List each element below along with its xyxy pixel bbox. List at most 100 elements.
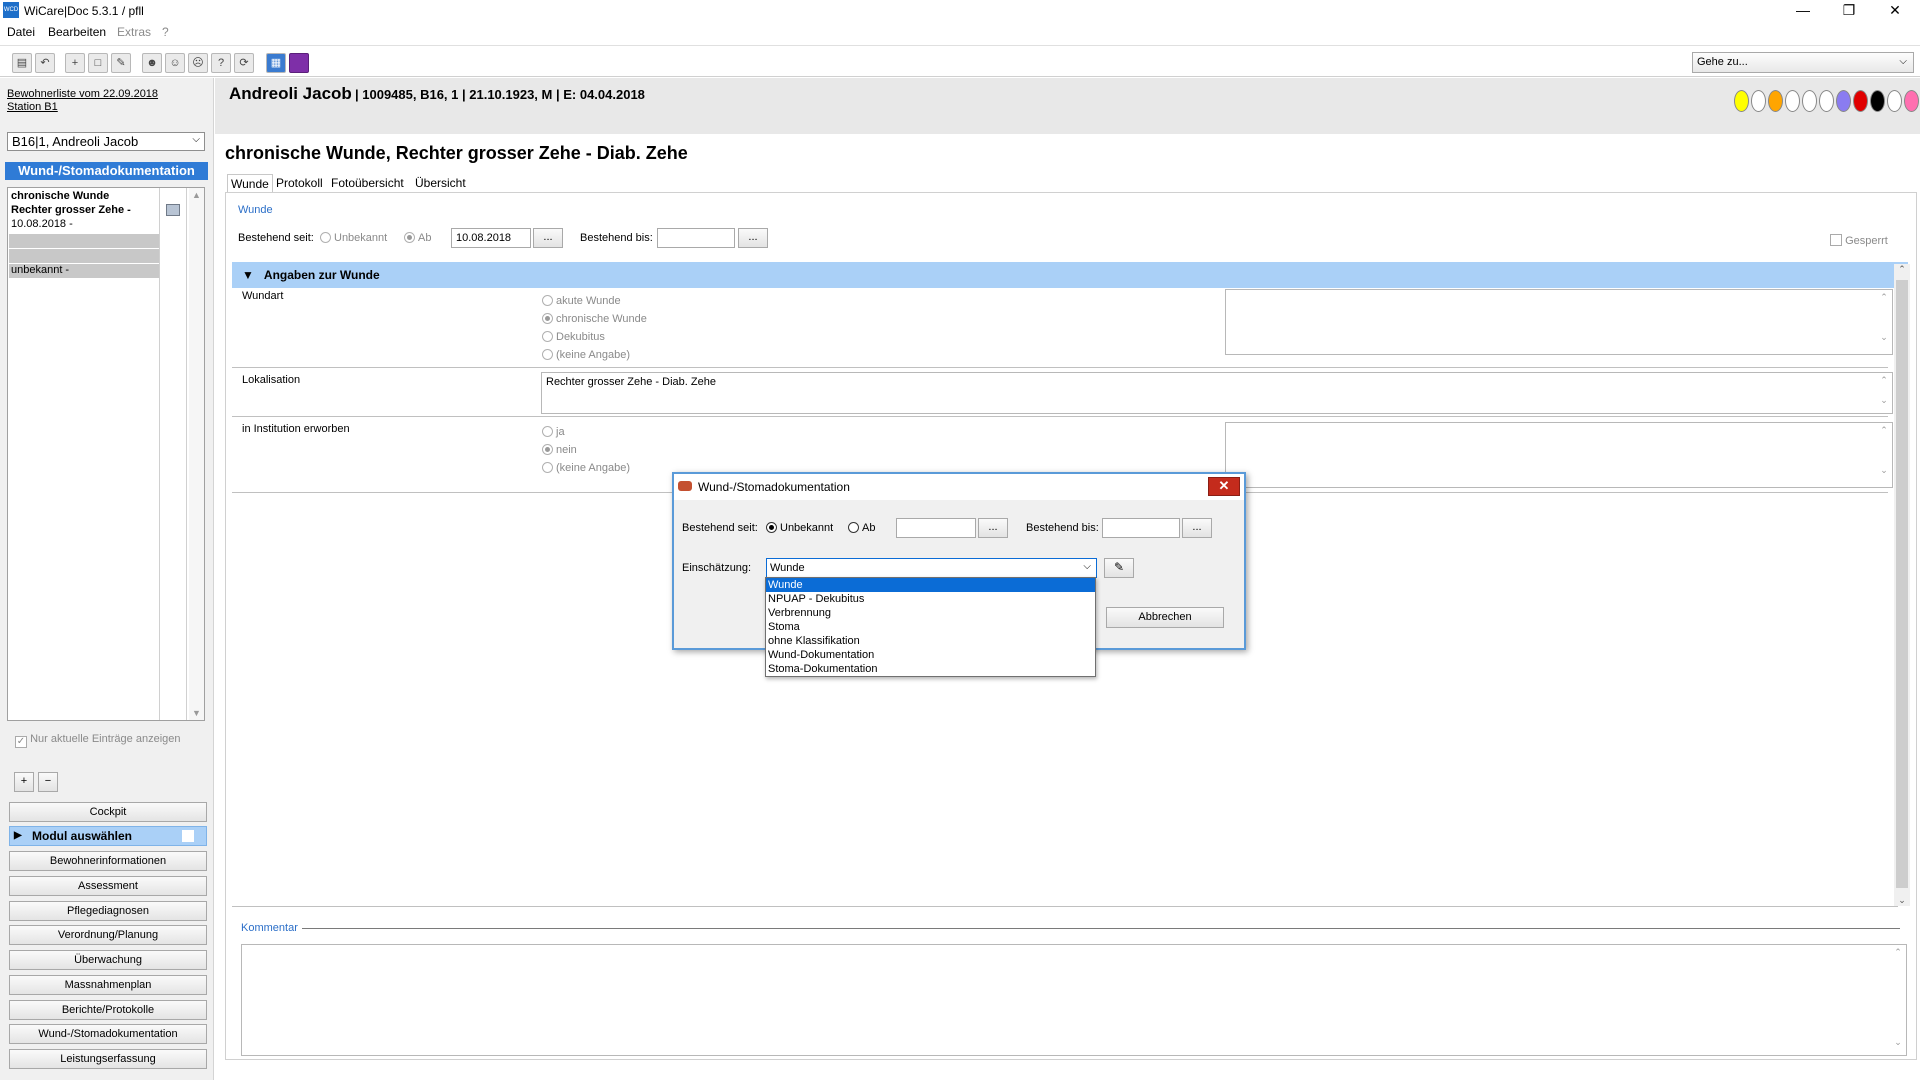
person-icon[interactable]: ☺	[165, 53, 185, 73]
person-remove-icon[interactable]: ☹	[188, 53, 208, 73]
goto-dropdown[interactable]: Gehe zu... ⌵	[1692, 52, 1914, 73]
dialog-date-to-field[interactable]	[1102, 518, 1180, 538]
einschaetzung-options-list: Wunde NPUAP - Dekubitus Verbrennung Stom…	[765, 577, 1096, 677]
option-wunde[interactable]: Wunde	[766, 578, 1095, 592]
option-verbrennung[interactable]: Verbrennung	[766, 606, 1095, 620]
angaben-section-header[interactable]: ▼ Angaben zur Wunde	[232, 262, 1908, 288]
refresh-icon[interactable]: ⟳	[234, 53, 254, 73]
camera-icon[interactable]	[166, 204, 180, 216]
date-from-field[interactable]: 10.08.2018	[451, 228, 531, 248]
tab-protokoll[interactable]: Protokoll	[273, 174, 326, 192]
menu-extras[interactable]: Extras	[117, 25, 151, 39]
new-entry-icon[interactable]: +	[65, 53, 85, 73]
people-icon[interactable]: ☻	[142, 53, 162, 73]
nav-leistungserfassung[interactable]: Leistungserfassung	[9, 1049, 207, 1069]
wundart-keine[interactable]: (keine Angabe)	[542, 346, 647, 364]
wound-entry-line1[interactable]: chronische Wunde	[11, 189, 109, 203]
form-scrollbar[interactable]: ⌃ ⌄	[1894, 264, 1910, 906]
add-button[interactable]: +	[14, 772, 34, 792]
nav-ueberwachung[interactable]: Überwachung	[9, 950, 207, 970]
goto-placeholder: Gehe zu...	[1697, 56, 1748, 68]
dialog-unbekannt-radio[interactable]: Unbekannt	[766, 522, 833, 534]
station-link[interactable]: Station B1	[7, 101, 58, 113]
section-wunde-label: Wunde	[238, 204, 273, 216]
option-ohne-klassifikation[interactable]: ohne Klassifikation	[766, 634, 1095, 648]
dialog-date-to-picker[interactable]: ...	[1182, 518, 1212, 538]
window-icon[interactable]: □	[88, 53, 108, 73]
ab-radio[interactable]: Ab	[404, 232, 431, 244]
lokalisation-field[interactable]: Rechter grosser Zehe - Diab. Zehe ⌃ ⌄	[541, 372, 1893, 414]
checkbox-icon[interactable]	[1830, 234, 1842, 246]
lokalisation-value: Rechter grosser Zehe - Diab. Zehe	[546, 376, 716, 388]
brush-icon[interactable]: ✎	[1104, 558, 1134, 578]
option-npuap[interactable]: NPUAP - Dekubitus	[766, 592, 1095, 606]
date-from-picker-button[interactable]: ...	[533, 228, 563, 248]
menu-bearbeiten[interactable]: Bearbeiten	[48, 25, 106, 39]
cancel-button[interactable]: Abbrechen	[1106, 607, 1224, 628]
nav-massnahmenplan[interactable]: Massnahmenplan	[9, 975, 207, 995]
nav-pflegediagnosen[interactable]: Pflegediagnosen	[9, 901, 207, 921]
einschaetzung-dropdown[interactable]: Wunde ⌵	[766, 558, 1097, 578]
date-to-picker-button[interactable]: ...	[738, 228, 768, 248]
minimize-button[interactable]: —	[1780, 0, 1826, 22]
unbekannt-radio[interactable]: Unbekannt	[320, 232, 387, 244]
undo-icon[interactable]: ↶	[35, 53, 55, 73]
patient-header: Andreoli Jacob | 1009485, B16, 1 | 21.10…	[215, 78, 1920, 134]
wundart-note-field[interactable]: ⌃ ⌄	[1225, 289, 1893, 355]
tab-wunde[interactable]: Wunde	[227, 174, 273, 192]
dialog-ab-label: Ab	[862, 522, 876, 534]
date-to-field[interactable]	[657, 228, 735, 248]
save-icon[interactable]: ▤	[12, 53, 32, 73]
dialog-close-button[interactable]: ✕	[1208, 477, 1240, 496]
menu-help[interactable]: ?	[162, 25, 169, 39]
institution-keine[interactable]: (keine Angabe)	[542, 459, 630, 477]
resident-dropdown[interactable]: B16|1, Andreoli Jacob ⌵	[7, 132, 205, 151]
institution-nein[interactable]: nein	[542, 441, 630, 459]
color-square-icon[interactable]	[289, 53, 309, 73]
wundart-dekubitus[interactable]: Dekubitus	[542, 328, 647, 346]
wundart-akut[interactable]: akute Wunde	[542, 292, 647, 310]
chevron-down-icon: ⌵	[1083, 561, 1091, 572]
edit-icon[interactable]: ✎	[111, 53, 131, 73]
wound-list[interactable]: chronische Wunde Rechter grosser Zehe - …	[7, 187, 205, 721]
einschaetzung-value: Wunde	[770, 562, 805, 574]
wundart-chronisch[interactable]: chronische Wunde	[542, 310, 647, 328]
menu-datei[interactable]: Datei	[7, 25, 35, 39]
option-wund-dokumentation[interactable]: Wund-Dokumentation	[766, 648, 1095, 662]
unknown-entry[interactable]: unbekannt -	[11, 263, 69, 277]
bestehend-seit-label: Bestehend seit:	[238, 232, 314, 244]
dialog-title: Wund-/Stomadokumentation	[698, 480, 850, 494]
wound-entry-line2[interactable]: Rechter grosser Zehe -	[11, 203, 131, 217]
close-window-button[interactable]: ✕	[1872, 0, 1918, 22]
wound-entry-date[interactable]: 10.08.2018 -	[11, 217, 73, 231]
nav-verordnung[interactable]: Verordnung/Planung	[9, 925, 207, 945]
resident-list-link[interactable]: Bewohnerliste vom 22.09.2018	[7, 88, 158, 100]
nav-berichte[interactable]: Berichte/Protokolle	[9, 1000, 207, 1020]
checkbox-icon[interactable]: ✓	[15, 736, 27, 748]
option-stoma-dokumentation[interactable]: Stoma-Dokumentation	[766, 662, 1095, 676]
tab-uebersicht[interactable]: Übersicht	[412, 174, 469, 192]
remove-button[interactable]: −	[38, 772, 58, 792]
dialog-date-from-field[interactable]	[896, 518, 976, 538]
nav-cockpit[interactable]: Cockpit	[9, 802, 207, 822]
list-scrollbar[interactable]: ▲ ▼	[189, 188, 204, 720]
nav-module-select[interactable]: ▶ Modul auswählen	[9, 826, 207, 846]
institution-note-field[interactable]: ⌃ ⌄	[1225, 422, 1893, 488]
nav-assessment[interactable]: Assessment	[9, 876, 207, 896]
status-dot	[1785, 90, 1800, 112]
only-current-option[interactable]: ✓ Nur aktuelle Einträge anzeigen	[15, 733, 181, 748]
restore-button[interactable]: ❐	[1826, 0, 1872, 22]
wound-title: chronische Wunde, Rechter grosser Zehe -…	[225, 143, 688, 163]
option-stoma[interactable]: Stoma	[766, 620, 1095, 634]
dialog-ab-radio[interactable]: Ab	[848, 522, 875, 534]
person-help-icon[interactable]: ?	[211, 53, 231, 73]
tab-fotouebersicht[interactable]: Fotoübersicht	[328, 174, 407, 192]
institution-ja[interactable]: ja	[542, 423, 630, 441]
dialog-date-from-picker[interactable]: ...	[978, 518, 1008, 538]
nav-wund-stoma[interactable]: Wund-/Stomadokumentation	[9, 1024, 207, 1044]
kommentar-field[interactable]: ⌃ ⌄	[241, 944, 1907, 1056]
print-icon[interactable]: ▦	[266, 53, 286, 73]
gesperrt-option[interactable]: Gesperrt	[1830, 234, 1888, 247]
nav-bewohnerinformationen[interactable]: Bewohnerinformationen	[9, 851, 207, 871]
title-bar: WCD WiCare|Doc 5.3.1 / pfll — ❐ ✕	[0, 0, 1920, 22]
